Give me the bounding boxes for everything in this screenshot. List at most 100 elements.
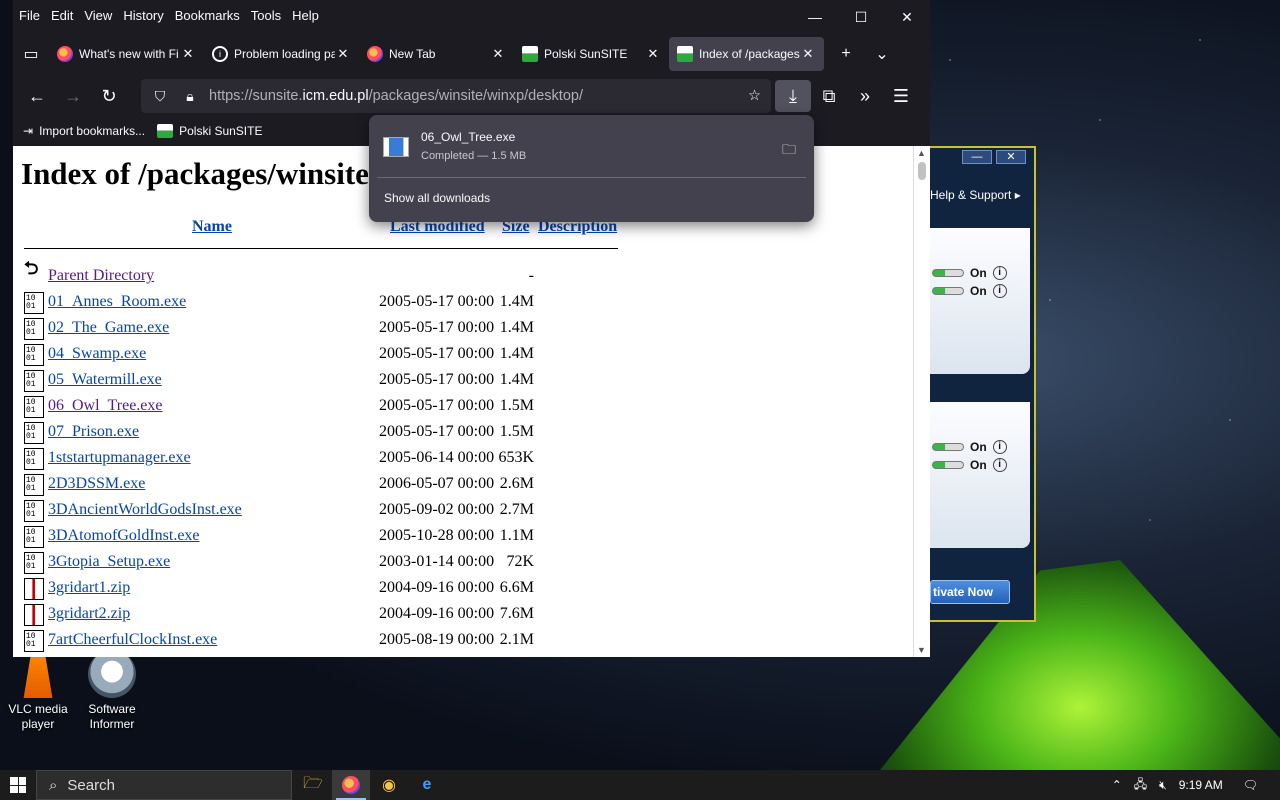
norton-icon[interactable]: ◉ [370, 770, 408, 800]
network-icon[interactable]: 🖧 [1134, 775, 1147, 796]
file-size: 7.6M [499, 605, 534, 622]
minimize-icon[interactable]: — [962, 150, 992, 164]
list-item: ⮌ Parent Directory - [24, 261, 624, 290]
internet-explorer-icon[interactable]: e [408, 770, 446, 800]
file-link[interactable]: 02_The_Game.exe [48, 319, 169, 337]
hamburger-menu-icon[interactable]: ☰ [883, 80, 919, 112]
binary-file-icon: 10 01 [24, 370, 44, 392]
file-link[interactable]: 04_Swamp.exe [48, 345, 146, 363]
file-link[interactable]: 3Gtopia_Setup.exe [48, 553, 170, 571]
tab-list-chevron-icon[interactable]: ⌄ [864, 37, 900, 71]
download-filename[interactable]: 06_Owl_Tree.exe [421, 130, 515, 144]
file-link[interactable]: 06_Owl_Tree.exe [48, 397, 163, 415]
file-link[interactable]: 3gridart2.zip [48, 605, 130, 623]
file-modified: 2005-05-17 00:00 [379, 345, 495, 362]
file-modified: 2005-10-28 00:00 [379, 527, 495, 544]
list-item: 10 01 02_The_Game.exe 2005-05-17 00:00 1.4M [24, 316, 624, 342]
menu-view[interactable]: View [84, 8, 112, 23]
extensions-icon[interactable]: ⧉ [811, 80, 847, 112]
menu-history[interactable]: History [123, 8, 163, 23]
desktop-icon-software-informer[interactable]: Software Informer [74, 650, 150, 732]
tab-new-tab[interactable]: New Tab ✕ [359, 37, 514, 71]
file-link[interactable]: 01_Annes_Room.exe [48, 293, 186, 311]
menu-edit[interactable]: Edit [51, 8, 73, 23]
tab-polski-sunsite[interactable]: Polski SunSITE ✕ [514, 37, 669, 71]
close-button[interactable]: ✕ [884, 0, 930, 34]
file-size: 2.6M [499, 475, 534, 492]
file-size: - [528, 267, 534, 284]
parent-directory-link[interactable]: Parent Directory [48, 267, 154, 285]
start-button[interactable] [0, 770, 36, 800]
taskbar-search[interactable]: ⌕ Search [36, 770, 292, 800]
downloads-icon[interactable]: ⤓ [775, 80, 811, 112]
file-link[interactable]: 1ststartupmanager.exe [48, 449, 191, 467]
menu-help[interactable]: Help [292, 8, 319, 23]
file-link[interactable]: 7artCheerfulClockInst.exe [48, 631, 217, 649]
menu-tools[interactable]: Tools [251, 8, 281, 23]
volume-muted-icon[interactable]: 🔇︎ [1159, 778, 1167, 793]
file-explorer-icon[interactable]: 🗁 [294, 770, 332, 800]
file-link[interactable]: 2D3DSSM.exe [48, 475, 145, 493]
show-all-downloads-button[interactable]: Show all downloads [384, 191, 490, 205]
scroll-thumb[interactable] [918, 162, 926, 180]
desktop-icon-label: VLC media [8, 702, 68, 716]
info-icon[interactable]: i [992, 440, 1007, 454]
folder-icon[interactable]: 🗀 [782, 139, 796, 163]
notifications-icon[interactable]: 🗨 [1243, 778, 1258, 792]
close-icon[interactable]: ✕ [996, 150, 1026, 164]
close-tab-icon[interactable]: ✕ [335, 46, 351, 62]
clock[interactable]: 9:19 AM [1179, 778, 1223, 792]
close-tab-icon[interactable]: ✕ [645, 46, 661, 62]
file-modified: 2006-05-07 00:00 [379, 475, 495, 492]
tab-problem-loading[interactable]: i Problem loading pa ✕ [204, 37, 359, 71]
file-link[interactable]: 07_Prison.exe [48, 423, 139, 441]
bookmark-polski-sunsite[interactable]: Polski SunSITE [157, 124, 262, 138]
windows-icon [10, 777, 26, 793]
tab-index-of-packages[interactable]: Index of /packages ✕ [669, 37, 824, 71]
info-icon[interactable]: i [992, 284, 1007, 298]
list-item: 10 01 3DAncientWorldGodsInst.exe 2005-09-0… [24, 498, 624, 524]
reload-icon[interactable]: ↻ [91, 80, 127, 112]
scroll-up-icon[interactable]: ▲ [917, 148, 926, 158]
list-item: 10 01 06_Owl_Tree.exe 2005-05-17 00:00 1.5M [24, 394, 624, 420]
menu-bookmarks[interactable]: Bookmarks [175, 8, 240, 23]
file-link[interactable]: 3gridart1.zip [48, 579, 130, 597]
list-item: 10 01 3DAtomofGoldInst.exe 2005-10-28 00:0… [24, 524, 624, 550]
firefox-taskbar-icon[interactable] [332, 770, 370, 800]
forward-icon[interactable]: → [55, 80, 91, 112]
info-icon[interactable]: i [992, 266, 1007, 280]
scroll-down-icon[interactable]: ▼ [917, 645, 926, 655]
back-icon[interactable]: ← [19, 80, 55, 112]
tab-whats-new[interactable]: What's new with Fi ✕ [49, 37, 204, 71]
bookmark-import[interactable]: ⇥ Import bookmarks... [23, 124, 145, 138]
file-size: 2.1M [499, 631, 534, 648]
desktop-icon-vlc[interactable]: VLC media player [0, 650, 76, 732]
lock-icon[interactable]: 🔒︎ [179, 88, 201, 105]
help-support-link[interactable]: Help & Support ▸ [930, 188, 1021, 202]
desktop-icon-label: Software [88, 702, 136, 716]
activate-now-button[interactable]: tivate Now [930, 580, 1010, 604]
show-hidden-icons-chevron-icon[interactable]: ⌃ [1112, 778, 1122, 792]
new-tab-icon[interactable]: + [828, 37, 864, 71]
column-name-link[interactable]: Name [192, 218, 232, 236]
page-scrollbar[interactable]: ▲ ▼ [913, 146, 930, 657]
menu-file[interactable]: File [19, 8, 40, 23]
minimize-button[interactable]: — [792, 0, 838, 34]
url-bar[interactable]: ⛉ 🔒︎ https://sunsite. icm.edu.pl/packages… [141, 79, 771, 113]
binary-file-icon: 10 01 [24, 474, 44, 496]
divider [377, 177, 806, 178]
maximize-button[interactable]: ☐ [838, 0, 884, 34]
close-tab-icon[interactable]: ✕ [180, 46, 196, 62]
shield-icon[interactable]: ⛉ [149, 88, 171, 105]
close-tab-icon[interactable]: ✕ [490, 46, 506, 62]
firefox-view-icon[interactable]: ▭ [13, 37, 49, 71]
close-tab-icon[interactable]: ✕ [800, 46, 816, 62]
bookmark-star-icon[interactable]: ☆ [748, 88, 761, 104]
file-link[interactable]: 3DAncientWorldGodsInst.exe [48, 501, 242, 519]
info-icon[interactable]: i [992, 458, 1007, 472]
file-modified: 2005-06-14 00:00 [379, 449, 495, 466]
file-link[interactable]: 3DAtomofGoldInst.exe [48, 527, 200, 545]
overflow-chevron-icon[interactable]: » [847, 80, 883, 112]
software-informer-icon [88, 650, 136, 698]
file-link[interactable]: 05_Watermill.exe [48, 371, 162, 389]
